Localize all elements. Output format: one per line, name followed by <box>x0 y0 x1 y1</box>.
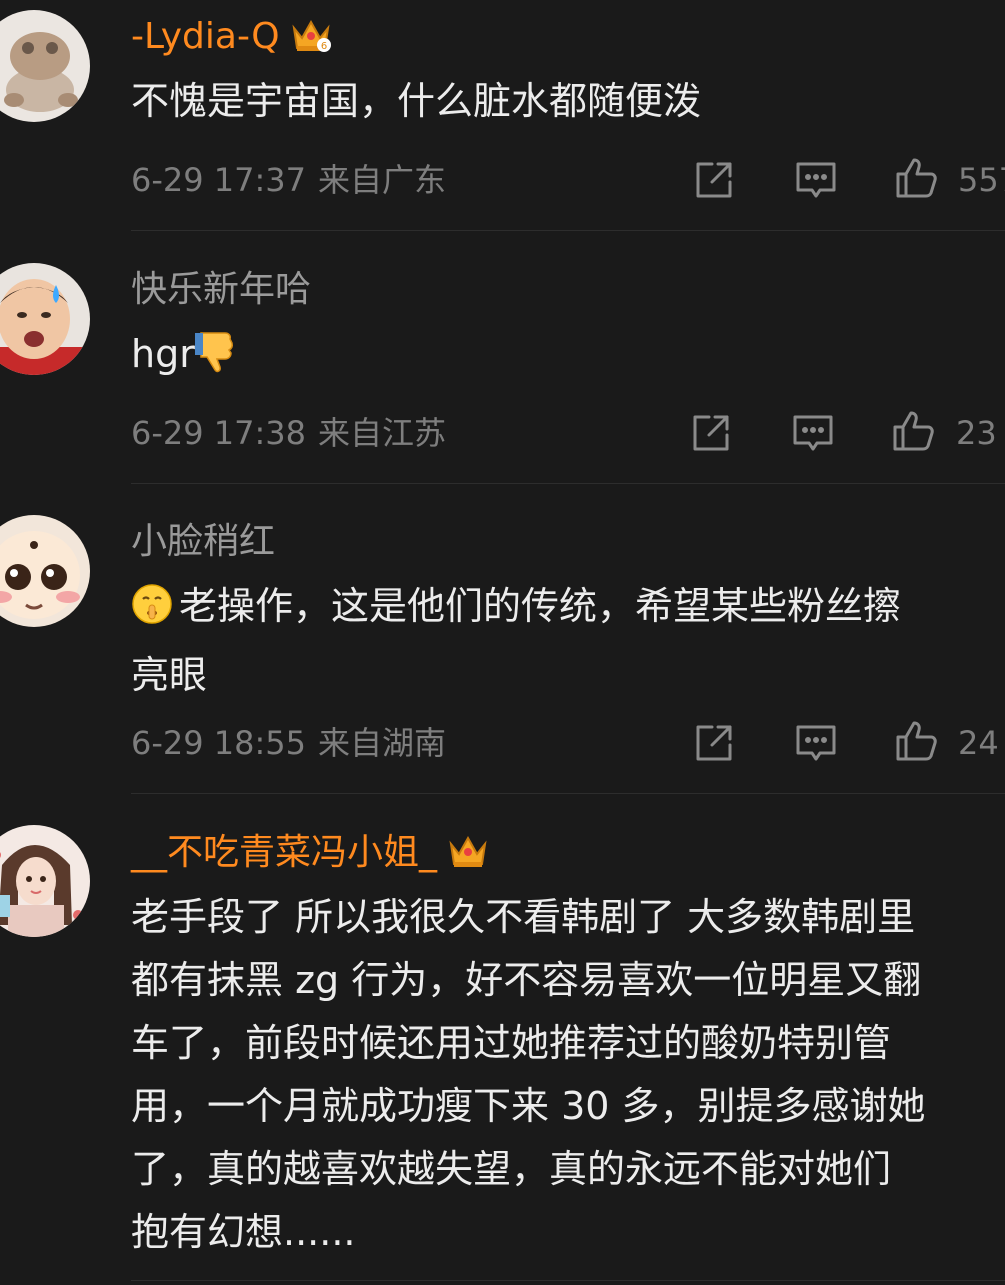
comment-line: 老手段了 所以我很久不看韩剧了 大多数韩剧里 <box>131 895 916 939</box>
username-text: __不吃青菜冯小姐_ <box>131 832 438 873</box>
like-icon[interactable] <box>894 719 938 763</box>
username-text: 快乐新年哈 <box>131 269 312 310</box>
username[interactable]: __不吃青菜冯小姐_ <box>131 831 489 881</box>
comment-meta: 6-29 17:38 来自江苏 <box>131 413 446 453</box>
crown-icon: 6 <box>290 16 332 65</box>
avatar[interactable] <box>0 10 90 122</box>
reply-icon[interactable] <box>794 158 838 202</box>
divider <box>131 230 1005 231</box>
divider <box>131 483 1005 484</box>
username-text: 小脸稍红 <box>131 521 276 562</box>
like-count: 24 <box>958 724 999 762</box>
avatar[interactable] <box>0 825 90 937</box>
like-icon[interactable] <box>894 156 938 200</box>
username[interactable]: 快乐新年哈 <box>131 268 311 312</box>
crown-icon <box>447 832 489 881</box>
username-text: -Lydia-Q <box>131 16 280 57</box>
shush-face-icon <box>131 581 173 644</box>
comment-line: 车了，前段时候还用过她推荐过的酸奶特别管 <box>131 1021 892 1065</box>
comment-line: 抱有幻想...... <box>131 1210 356 1254</box>
comment-line-text: 老操作，这是他们的传统，希望某些粉丝擦 <box>179 584 902 628</box>
avatar[interactable] <box>0 263 90 375</box>
comment-line: 不愧是宇宙国，什么脏水都随便泼 <box>131 79 702 123</box>
username[interactable]: 小脸稍红 <box>131 520 275 564</box>
share-icon[interactable] <box>689 411 733 455</box>
like-count: 23 <box>956 414 997 452</box>
username[interactable]: -Lydia-Q 6 <box>131 15 332 65</box>
thumbs-down-icon <box>194 329 237 392</box>
divider <box>131 1280 1005 1281</box>
like-icon[interactable] <box>891 409 935 453</box>
comment-line: 用，一个月就成功瘦下来 30 多，别提多感谢她 <box>131 1084 926 1128</box>
comment-line: hgr <box>131 323 1005 392</box>
comment-text: 老操作，这是他们的传统，希望某些粉丝擦 亮眼 <box>131 575 1005 707</box>
divider <box>131 793 1005 794</box>
comment-location: 来自广东 <box>318 161 447 199</box>
comment-time: 6-29 17:37 <box>131 161 307 199</box>
comment-line: 了，真的越喜欢越失望，真的永远不能对她们 <box>131 1147 892 1191</box>
comment-line: 亮眼 <box>131 653 208 697</box>
svg-text:6: 6 <box>320 41 326 52</box>
comment-meta: 6-29 17:37 来自广东 <box>131 160 446 200</box>
share-icon[interactable] <box>692 158 736 202</box>
share-icon[interactable] <box>692 721 736 765</box>
comment-line: 都有抹黑 zg 行为，好不容易喜欢一位明星又翻 <box>131 958 922 1002</box>
comment-text: 老手段了 所以我很久不看韩剧了 大多数韩剧里 都有抹黑 zg 行为，好不容易喜欢… <box>131 886 1005 1264</box>
comment-text: hgr <box>131 323 1005 392</box>
avatar[interactable] <box>0 515 90 627</box>
comment-line: 老操作，这是他们的传统，希望某些粉丝擦 <box>131 575 1005 644</box>
like-count: 557 <box>958 161 1005 199</box>
comment-time: 6-29 18:55 <box>131 724 307 762</box>
comment-meta: 6-29 18:55 来自湖南 <box>131 723 446 763</box>
comment-location: 来自湖南 <box>318 724 447 762</box>
comment-text: 不愧是宇宙国，什么脏水都随便泼 <box>131 70 1005 133</box>
comment-location: 来自江苏 <box>318 414 447 452</box>
comment-line-text: hgr <box>131 332 195 376</box>
reply-icon[interactable] <box>791 411 835 455</box>
reply-icon[interactable] <box>794 721 838 765</box>
comment-time: 6-29 17:38 <box>131 414 307 452</box>
